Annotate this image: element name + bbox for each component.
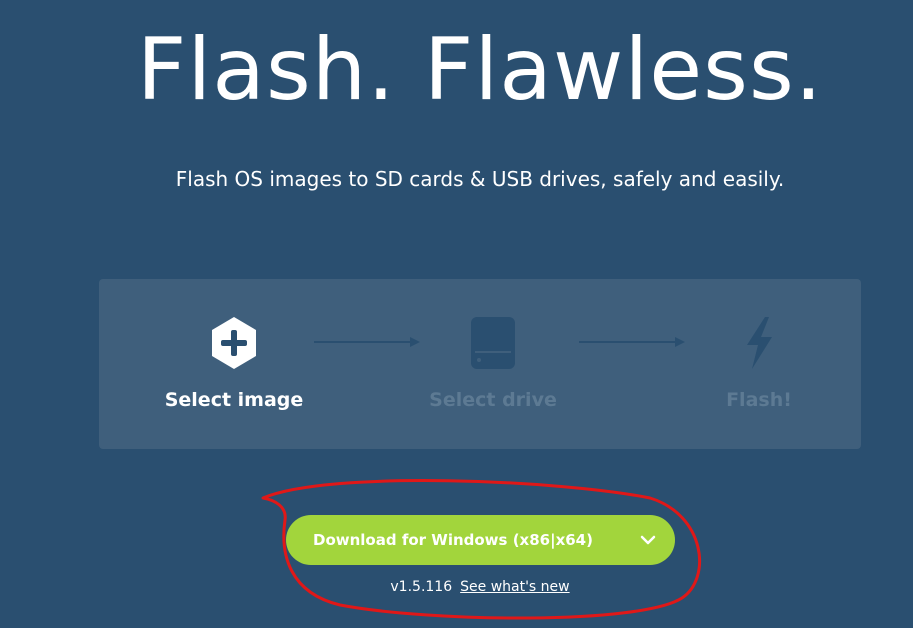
step-select-image[interactable]: Select image (134, 279, 334, 449)
step-label-select-image: Select image (164, 389, 304, 411)
lightning-icon (747, 317, 772, 369)
step-label-flash: Flash! (726, 389, 792, 411)
download-button[interactable]: Download for Windows (x86|x64) (286, 515, 675, 565)
whats-new-link[interactable]: See what's new (460, 579, 569, 595)
hero-subtitle: Flash OS images to SD cards & USB drives… (175, 167, 785, 191)
drive-icon (471, 317, 515, 369)
plus-hexagon-icon (212, 317, 256, 369)
step-select-drive: Select drive (393, 279, 593, 449)
download-button-label: Download for Windows (x86|x64) (313, 531, 593, 549)
chevron-down-icon[interactable] (635, 527, 661, 553)
steps-panel: Select image Select drive Flash! (99, 279, 861, 449)
version-line: v1.5.116 See what's new (0, 578, 913, 596)
hero-title: Flash. Flawless. (136, 20, 824, 120)
step-label-select-drive: Select drive (429, 389, 557, 411)
version-number: v1.5.116 (390, 579, 453, 595)
step-flash: Flash! (659, 279, 859, 449)
